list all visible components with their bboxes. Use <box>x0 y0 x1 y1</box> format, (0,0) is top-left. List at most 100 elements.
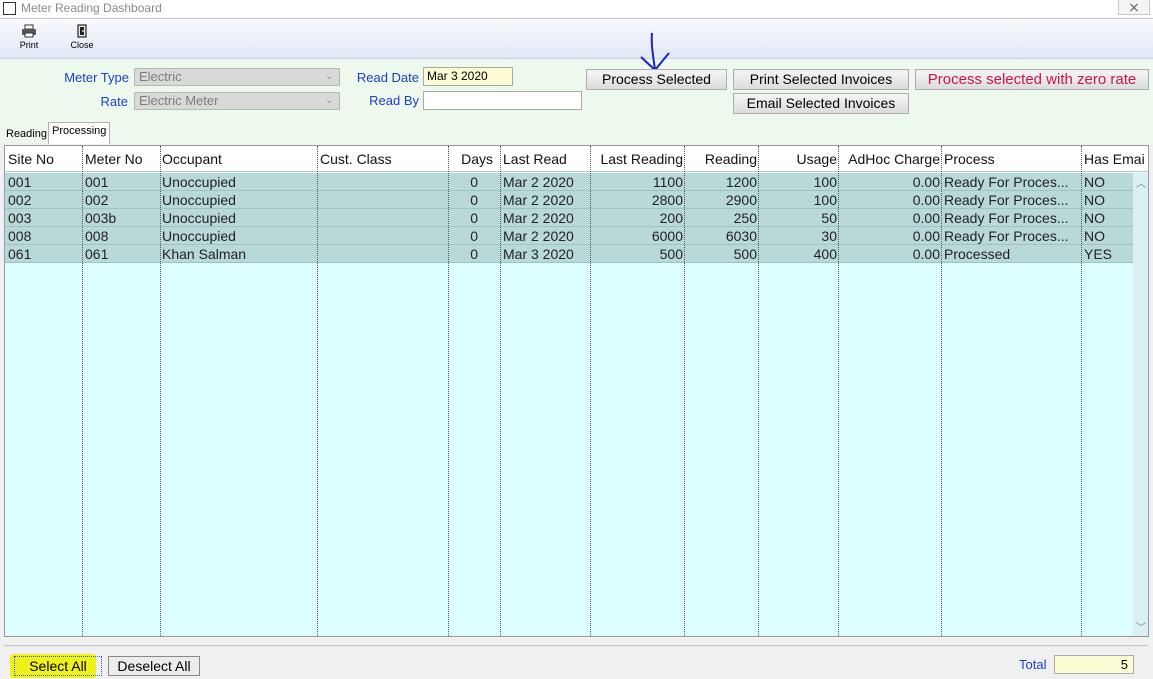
column-header-has-email[interactable]: Has Emai <box>1084 151 1148 167</box>
cell-last-read: Mar 3 2020 <box>503 246 574 262</box>
cell-site-no: 001 <box>8 174 32 190</box>
process-zero-rate-button[interactable]: Process selected with zero rate <box>915 69 1149 90</box>
cell-site-no: 008 <box>8 228 32 244</box>
scroll-up-icon[interactable]: ︿ <box>1136 175 1146 190</box>
cell-has-email: NO <box>1084 192 1105 208</box>
column-header-site-no[interactable]: Site No <box>8 151 81 167</box>
cell-meter-no: 061 <box>85 246 109 262</box>
cell-last-read: Mar 2 2020 <box>503 192 574 208</box>
cell-last-reading: 500 <box>659 246 683 262</box>
rate-label: Rate <box>100 94 128 109</box>
window-close-button[interactable]: ⨯ <box>1118 0 1150 15</box>
column-separator <box>941 146 942 636</box>
cell-site-no: 003 <box>8 210 32 226</box>
column-header-cust-class[interactable]: Cust. Class <box>320 151 447 167</box>
cell-adhoc-charge: 0.00 <box>912 210 940 226</box>
cell-last-read: Mar 2 2020 <box>503 174 574 190</box>
close-label: Close <box>70 40 94 50</box>
rate-select[interactable]: Electric Meter ⌄ <box>134 92 340 110</box>
print-selected-invoices-button[interactable]: Print Selected Invoices <box>733 69 909 90</box>
table-row[interactable]: 008 008 Unoccupied 0 Mar 2 2020 6000 603… <box>5 227 1133 245</box>
deselect-all-button[interactable]: Deselect All <box>108 656 200 676</box>
column-header-last-reading[interactable]: Last Reading <box>592 151 683 167</box>
cell-meter-no: 002 <box>85 192 109 208</box>
column-separator <box>758 146 759 636</box>
cell-usage: 100 <box>813 192 837 208</box>
column-separator <box>1081 146 1082 636</box>
column-separator <box>500 146 501 636</box>
cell-site-no: 002 <box>8 192 32 208</box>
cell-last-reading: 2800 <box>651 192 683 208</box>
cell-last-reading: 6000 <box>651 228 683 244</box>
table-row[interactable]: 003 003b Unoccupied 0 Mar 2 2020 200 250… <box>5 209 1133 227</box>
row-divider <box>5 262 1133 263</box>
cell-has-email: NO <box>1084 174 1105 190</box>
tab-reading[interactable]: Reading <box>2 125 51 143</box>
cell-meter-no: 001 <box>85 174 109 190</box>
column-header-days[interactable]: Days <box>450 151 493 167</box>
cell-process: Ready For Proces... <box>944 192 1069 208</box>
scroll-down-icon[interactable]: ﹀ <box>1136 619 1146 634</box>
total-label: Total <box>1019 657 1047 672</box>
cell-days: 0 <box>470 174 478 190</box>
cell-has-email: YES <box>1084 246 1113 262</box>
cell-occupant: Khan Salman <box>162 246 247 262</box>
toolbar: Print Close <box>0 19 1153 59</box>
table-row[interactable]: 001 001 Unoccupied 0 Mar 2 2020 1100 120… <box>5 173 1133 191</box>
cell-process: Ready For Proces... <box>944 174 1069 190</box>
cell-usage: 50 <box>821 210 837 226</box>
cell-meter-no: 003b <box>85 210 117 226</box>
cell-adhoc-charge: 0.00 <box>912 192 940 208</box>
select-all-button[interactable]: Select All <box>14 656 102 676</box>
column-separator <box>590 146 591 636</box>
chevron-down-icon: ⌄ <box>324 94 334 106</box>
print-tool-button[interactable]: Print <box>11 24 47 56</box>
table-row[interactable]: 002 002 Unoccupied 0 Mar 2 2020 2800 290… <box>5 191 1133 209</box>
cell-last-read: Mar 2 2020 <box>503 210 574 226</box>
cell-reading: 500 <box>733 246 757 262</box>
window-checkbox[interactable] <box>3 2 16 15</box>
column-header-adhoc-charge[interactable]: AdHoc Charge <box>841 151 940 167</box>
column-separator <box>82 146 83 636</box>
meter-type-select[interactable]: Electric ⌄ <box>134 68 340 86</box>
cell-adhoc-charge: 0.00 <box>912 228 940 244</box>
column-header-reading[interactable]: Reading <box>687 151 757 167</box>
column-header-occupant[interactable]: Occupant <box>162 151 316 167</box>
cell-process: Processed <box>944 246 1011 262</box>
column-header-meter-no[interactable]: Meter No <box>85 151 159 167</box>
tab-processing[interactable]: Processing <box>48 122 111 144</box>
cell-has-email: NO <box>1084 210 1105 226</box>
column-header-usage[interactable]: Usage <box>761 151 837 167</box>
cell-adhoc-charge: 0.00 <box>912 246 940 262</box>
column-separator <box>160 146 161 636</box>
column-header-last-read[interactable]: Last Read <box>503 151 589 167</box>
cell-usage: 100 <box>813 174 837 190</box>
column-header-process[interactable]: Process <box>944 151 1078 167</box>
window-title: Meter Reading Dashboard <box>21 1 162 15</box>
cell-reading: 1200 <box>725 174 757 190</box>
cell-reading: 250 <box>733 210 757 226</box>
table-row[interactable]: 061 061 Khan Salman 0 Mar 3 2020 500 500… <box>5 245 1133 263</box>
cell-process: Ready For Proces... <box>944 228 1069 244</box>
printer-icon <box>22 24 36 38</box>
cell-reading: 2900 <box>725 192 757 208</box>
read-by-label: Read By <box>369 93 419 108</box>
column-separator <box>317 146 318 636</box>
cell-adhoc-charge: 0.00 <box>912 174 940 190</box>
vertical-scrollbar[interactable]: ︿ ﹀ <box>1133 173 1148 636</box>
grid-header: Site No Meter No Occupant Cust. Class Da… <box>5 146 1148 172</box>
processing-grid: Site No Meter No Occupant Cust. Class Da… <box>4 145 1149 637</box>
close-tool-button[interactable]: Close <box>64 24 100 56</box>
process-selected-button[interactable]: Process Selected <box>586 69 727 90</box>
read-by-input[interactable] <box>423 91 582 110</box>
annotation-arrow-icon <box>640 32 670 72</box>
read-date-input[interactable]: Mar 3 2020 <box>423 67 513 86</box>
email-selected-invoices-button[interactable]: Email Selected Invoices <box>733 93 909 114</box>
cell-has-email: NO <box>1084 228 1105 244</box>
column-separator <box>838 146 839 636</box>
total-value: 5 <box>1054 655 1134 674</box>
print-label: Print <box>19 40 39 50</box>
door-exit-icon <box>77 24 87 38</box>
cell-occupant: Unoccupied <box>162 174 236 190</box>
cell-process: Ready For Proces... <box>944 210 1069 226</box>
